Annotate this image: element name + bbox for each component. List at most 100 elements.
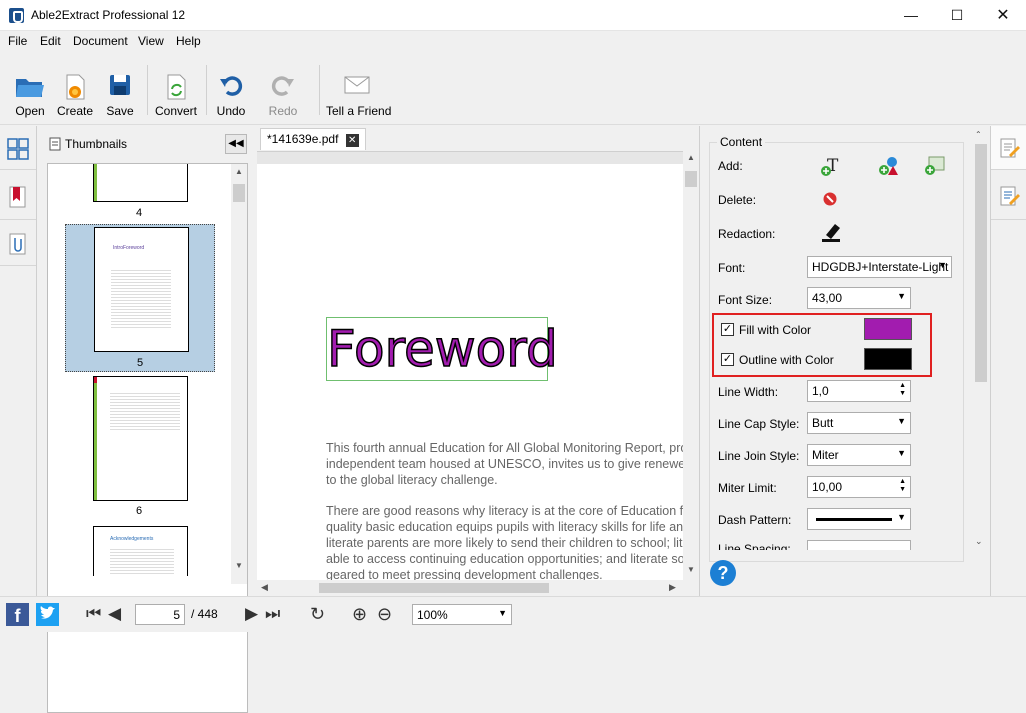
stepper-arrows-icon[interactable]: ▲ ▼ xyxy=(899,478,906,494)
thumbnails-panel-button[interactable] xyxy=(0,126,36,170)
form-edit-icon xyxy=(1000,186,1020,206)
menu-view[interactable]: View xyxy=(138,34,164,48)
stepper-arrows-icon[interactable]: ▲ ▼ xyxy=(899,382,906,398)
selected-text-object[interactable]: Foreword xyxy=(326,317,558,381)
save-button[interactable]: Save xyxy=(103,71,137,121)
window-title: Able2Extract Professional 12 xyxy=(31,8,186,22)
line-join-select[interactable]: Miter ▼ xyxy=(807,444,911,466)
attachments-panel-button[interactable] xyxy=(0,222,36,266)
paragraph-line: literate parents are more likely to send… xyxy=(326,536,683,550)
create-button[interactable]: Create xyxy=(56,71,94,121)
thumbnail-text-lines xyxy=(111,268,171,328)
redaction-label: Redaction: xyxy=(718,227,776,241)
undo-button[interactable]: Undo xyxy=(214,71,248,121)
menu-edit[interactable]: Edit xyxy=(40,34,61,48)
outline-color-checkbox[interactable]: ✓ xyxy=(721,353,734,366)
thumbnail-page-5[interactable]: IntroForeword xyxy=(94,227,189,352)
previous-page-icon[interactable]: ◀ xyxy=(108,605,121,623)
dash-pattern-select[interactable]: ▼ xyxy=(807,508,911,530)
font-size-value: 43,00 xyxy=(812,291,843,305)
scroll-up-arrow-icon[interactable]: ▲ xyxy=(687,153,695,162)
close-tab-icon[interactable]: ✕ xyxy=(345,134,359,147)
menu-help[interactable]: Help xyxy=(176,34,201,48)
thumbnail-selected-highlight[interactable]: IntroForeword 5 xyxy=(65,224,215,372)
document-horizontal-scrollbar[interactable]: ◀ ▶ xyxy=(257,580,683,596)
zoom-out-icon[interactable]: ⊖ xyxy=(377,605,392,623)
minimize-button[interactable]: — xyxy=(888,0,934,31)
scrollbar-thumb[interactable] xyxy=(975,144,987,382)
twitter-icon[interactable] xyxy=(36,603,59,626)
thumbnail-page-4[interactable] xyxy=(93,164,188,202)
facebook-icon[interactable]: f xyxy=(6,603,29,626)
outline-color-swatch[interactable] xyxy=(864,348,912,370)
thumbnail-heading: Acknowledgements xyxy=(110,536,154,542)
scroll-right-arrow-icon[interactable]: ▶ xyxy=(669,582,676,593)
line-cap-select[interactable]: Butt ▼ xyxy=(807,412,911,434)
help-icon[interactable]: ? xyxy=(710,560,736,586)
scroll-up-arrow-icon[interactable]: ▲ xyxy=(235,167,243,176)
scroll-up-arrow-icon[interactable]: ⌃ xyxy=(975,130,982,139)
fill-color-swatch[interactable] xyxy=(864,318,912,340)
document-tab-title: *141639e.pdf xyxy=(267,132,339,146)
convert-button[interactable]: Convert xyxy=(154,71,198,121)
zoom-in-icon[interactable]: ⊕ xyxy=(352,605,367,623)
create-document-icon xyxy=(66,74,85,100)
scroll-down-arrow-icon[interactable]: ⌄ xyxy=(975,536,983,547)
document-tab[interactable]: *141639e.pdf ✕ xyxy=(260,128,366,150)
toolbar-separator xyxy=(147,65,148,115)
thumbnail-scrollbar[interactable]: ▲ ▼ xyxy=(231,164,247,584)
last-page-icon[interactable]: ⏭ xyxy=(265,605,280,623)
page-number-input[interactable]: 5 xyxy=(135,604,185,625)
double-chevron-left-icon: ◀◀ xyxy=(228,138,244,149)
fill-color-checkbox[interactable]: ✓ xyxy=(721,323,734,336)
document-vertical-scrollbar[interactable]: ▲ ▼ xyxy=(683,151,699,580)
convert-options-tab[interactable] xyxy=(991,176,1026,220)
line-spacing-select[interactable] xyxy=(807,540,911,550)
tell-a-friend-button[interactable]: Tell a Friend xyxy=(326,71,391,121)
maximize-button[interactable]: ☐ xyxy=(934,0,980,31)
font-select[interactable]: HDGDBJ+Interstate-Light ▼ xyxy=(807,256,952,278)
add-shape-icon[interactable] xyxy=(878,155,900,177)
rotate-icon[interactable]: ↻ xyxy=(310,605,325,623)
page-accent-mark xyxy=(94,377,97,383)
add-image-icon[interactable] xyxy=(924,155,946,177)
close-button[interactable]: ✕ xyxy=(980,0,1026,31)
scrollbar-thumb[interactable] xyxy=(233,184,245,202)
thumbnail-page-7[interactable]: Acknowledgements xyxy=(93,526,188,576)
paragraph-line: This fourth annual Education for All Glo… xyxy=(326,441,683,455)
menu-document[interactable]: Document xyxy=(73,34,128,48)
collapse-panel-button[interactable]: ◀◀ xyxy=(225,134,247,154)
menu-file[interactable]: File xyxy=(8,34,27,48)
edit-properties-tab[interactable] xyxy=(991,126,1026,170)
menu-bar: File Edit Document View Help xyxy=(0,31,1026,51)
first-page-icon[interactable]: ⏮ xyxy=(86,605,101,623)
thumbnail-page-6[interactable] xyxy=(93,376,188,501)
foreword-heading[interactable]: Foreword xyxy=(326,319,558,379)
properties-scrollbar[interactable]: ⌃ ⌄ xyxy=(972,126,989,550)
delete-icon[interactable] xyxy=(823,192,837,206)
line-width-stepper[interactable]: 1,0 ▲ ▼ xyxy=(807,380,911,402)
redaction-marker-icon[interactable] xyxy=(820,221,842,243)
redo-button[interactable]: Redo xyxy=(266,71,300,121)
line-cap-value: Butt xyxy=(812,416,834,430)
scrollbar-thumb[interactable] xyxy=(319,583,549,593)
scrollbar-thumb[interactable] xyxy=(685,171,697,187)
scroll-left-arrow-icon[interactable]: ◀ xyxy=(261,582,268,593)
open-button[interactable]: Open xyxy=(12,71,48,121)
bookmarks-panel-button[interactable] xyxy=(0,176,36,220)
line-spacing-label: Line Spacing: xyxy=(718,542,791,550)
scroll-down-arrow-icon[interactable]: ▼ xyxy=(687,565,695,574)
next-page-icon[interactable]: ▶ xyxy=(245,605,258,623)
miter-limit-stepper[interactable]: 10,00 ▲ ▼ xyxy=(807,476,911,498)
add-text-icon[interactable]: T xyxy=(820,155,842,177)
thumbnail-text-lines xyxy=(110,547,174,576)
chevron-down-icon: ▼ xyxy=(897,448,906,458)
thumbnail-heading: IntroForeword xyxy=(113,245,145,251)
font-size-select[interactable]: 43,00 ▼ xyxy=(807,287,911,309)
paragraph-line: to the global literacy challenge. xyxy=(326,473,498,487)
zoom-select[interactable]: 100% ▼ xyxy=(412,604,512,625)
grid-icon xyxy=(7,138,29,160)
font-value: HDGDBJ+Interstate-Light xyxy=(812,260,949,274)
paperclip-icon xyxy=(9,233,26,255)
scroll-down-arrow-icon[interactable]: ▼ xyxy=(235,561,243,570)
